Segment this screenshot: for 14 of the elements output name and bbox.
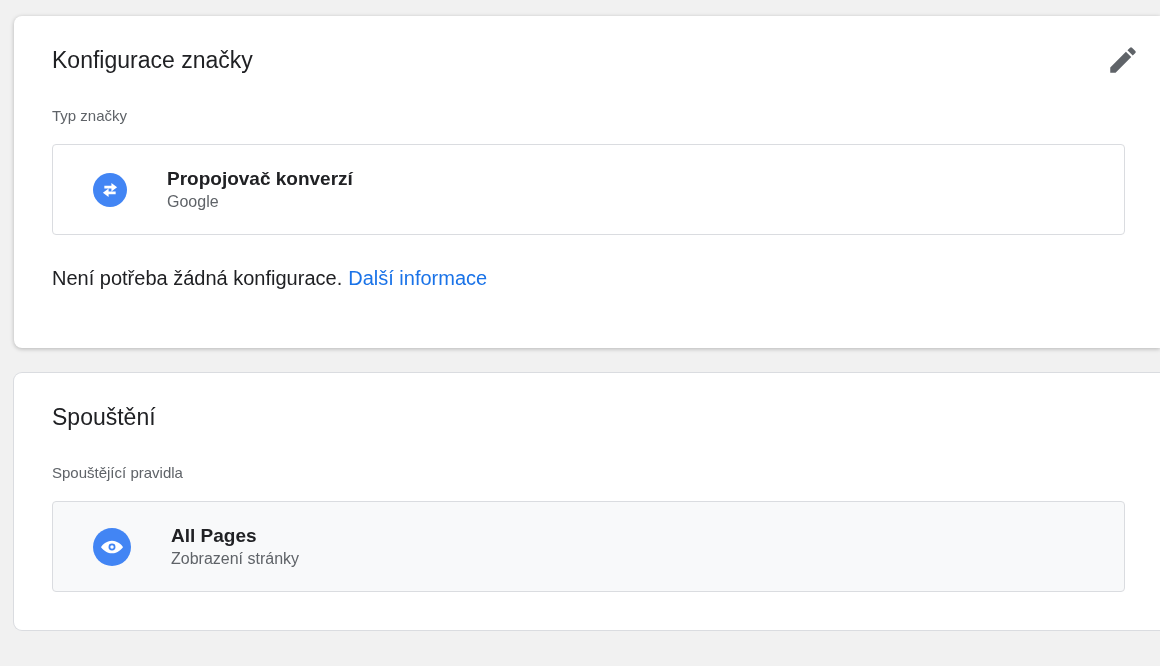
eye-icon xyxy=(93,527,131,566)
note-text: Není potřeba žádná konfigurace. xyxy=(52,267,343,290)
section-label: Spouštějící pravidla xyxy=(52,464,184,481)
item-name: All Pages xyxy=(171,525,258,547)
section-title: Konfigurace značky xyxy=(52,46,253,74)
section-title: Spouštění xyxy=(52,403,156,431)
learn-more-link[interactable]: Další informace xyxy=(348,267,488,290)
list-item[interactable]: All Pages Zobrazení stránky xyxy=(52,501,1125,592)
list-item[interactable]: Propojovač konverzí Google xyxy=(52,144,1125,235)
item-subtitle: Zobrazení stránky xyxy=(171,550,300,568)
item-subtitle: Google xyxy=(167,193,220,211)
item-name: Propojovač konverzí xyxy=(167,168,353,190)
section-label: Typ značky xyxy=(52,107,129,124)
swap-arrows-icon xyxy=(93,172,127,207)
